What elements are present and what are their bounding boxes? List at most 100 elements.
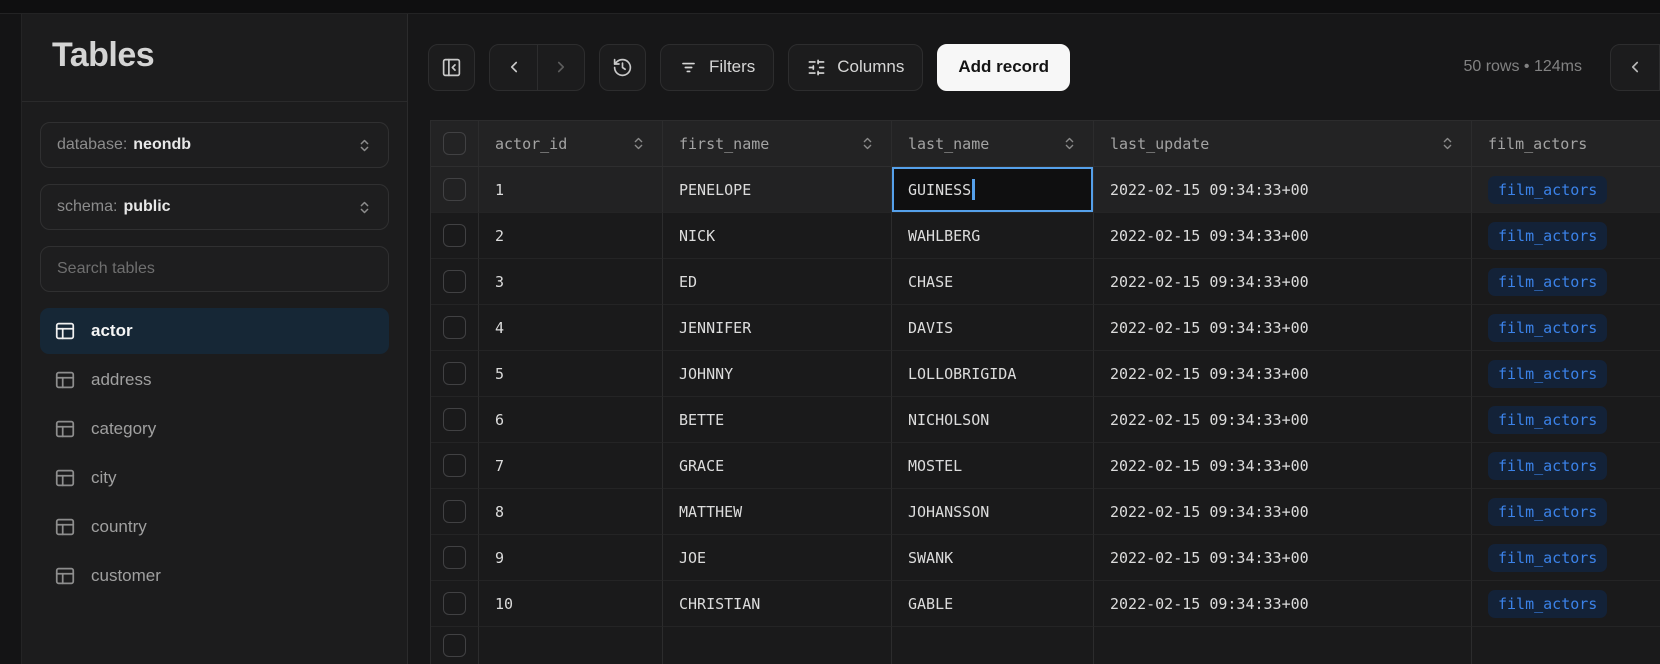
film-actors-link-badge[interactable]: film_actors bbox=[1488, 268, 1607, 296]
cell-actor_id[interactable]: 6 bbox=[479, 397, 663, 443]
column-header-last_name[interactable]: last_name bbox=[892, 121, 1094, 167]
cell-film_actors[interactable]: film_actors bbox=[1472, 213, 1660, 259]
film-actors-link-badge[interactable]: film_actors bbox=[1488, 222, 1607, 250]
cell-last_update[interactable]: 2022-02-15 09:34:33+00 bbox=[1094, 581, 1472, 627]
pager-prev-button[interactable] bbox=[1611, 45, 1659, 90]
sidebar-item-address[interactable]: address bbox=[40, 357, 389, 403]
cell-last_name[interactable]: WAHLBERG bbox=[892, 213, 1094, 259]
columns-button[interactable]: Columns bbox=[788, 44, 923, 91]
film-actors-link-badge[interactable]: film_actors bbox=[1488, 176, 1607, 204]
sidebar-item-country[interactable]: country bbox=[40, 504, 389, 550]
film-actors-link-badge[interactable]: film_actors bbox=[1488, 406, 1607, 434]
cell-last_update[interactable]: 2022-02-15 09:34:33+00 bbox=[1094, 167, 1472, 213]
row-checkbox[interactable] bbox=[443, 362, 466, 385]
row-checkbox[interactable] bbox=[443, 408, 466, 431]
film-actors-link-badge[interactable]: film_actors bbox=[1488, 360, 1607, 388]
cell-first_name[interactable]: CHRISTIAN bbox=[663, 581, 892, 627]
row-checkbox[interactable] bbox=[443, 546, 466, 569]
cell-last_update[interactable]: 2022-02-15 09:34:33+00 bbox=[1094, 397, 1472, 443]
cell-first_name[interactable]: ED bbox=[663, 259, 892, 305]
column-header-first_name[interactable]: first_name bbox=[663, 121, 892, 167]
film-actors-link-badge[interactable]: film_actors bbox=[1488, 498, 1607, 526]
cell-last_name[interactable]: GABLE bbox=[892, 581, 1094, 627]
sidebar-item-city[interactable]: city bbox=[40, 455, 389, 501]
cell-actor_id[interactable]: 1 bbox=[479, 167, 663, 213]
cell-first_name[interactable]: JOHNNY bbox=[663, 351, 892, 397]
row-checkbox[interactable] bbox=[443, 316, 466, 339]
select-all-checkbox[interactable] bbox=[443, 132, 466, 155]
row-checkbox[interactable] bbox=[443, 178, 466, 201]
cell-film_actors[interactable]: film_actors bbox=[1472, 397, 1660, 443]
cell-last_update[interactable]: 2022-02-15 09:34:33+00 bbox=[1094, 305, 1472, 351]
sort-icon[interactable] bbox=[1440, 136, 1455, 151]
film-actors-link-badge[interactable]: film_actors bbox=[1488, 544, 1607, 572]
previous-page-button[interactable] bbox=[490, 45, 537, 90]
cell-last_name[interactable]: MOSTEL bbox=[892, 443, 1094, 489]
sort-icon[interactable] bbox=[1062, 136, 1077, 151]
cell-actor_id[interactable]: 3 bbox=[479, 259, 663, 305]
sort-icon[interactable] bbox=[631, 136, 646, 151]
cell-actor_id[interactable]: 10 bbox=[479, 581, 663, 627]
film-actors-link-badge[interactable]: film_actors bbox=[1488, 590, 1607, 618]
film-actors-link-badge[interactable]: film_actors bbox=[1488, 452, 1607, 480]
cell-film_actors[interactable]: film_actors bbox=[1472, 167, 1660, 213]
search-tables-input[interactable] bbox=[57, 260, 372, 278]
cell-film_actors[interactable]: film_actors bbox=[1472, 535, 1660, 581]
cell-first_name[interactable]: BETTE bbox=[663, 397, 892, 443]
cell-last_update[interactable]: 2022-02-15 09:34:33+00 bbox=[1094, 489, 1472, 535]
cell-actor_id[interactable]: 4 bbox=[479, 305, 663, 351]
row-checkbox-cell bbox=[431, 443, 479, 489]
column-header-film_actors[interactable]: film_actors bbox=[1472, 121, 1660, 167]
sidebar-item-actor[interactable]: actor bbox=[40, 308, 389, 354]
sidebar-item-customer[interactable]: customer bbox=[40, 553, 389, 599]
add-record-button[interactable]: Add record bbox=[937, 44, 1070, 91]
cell-last_name[interactable]: NICHOLSON bbox=[892, 397, 1094, 443]
cell-film_actors[interactable]: film_actors bbox=[1472, 351, 1660, 397]
cell-last_update[interactable]: 2022-02-15 09:34:33+00 bbox=[1094, 535, 1472, 581]
cell-film_actors[interactable]: film_actors bbox=[1472, 443, 1660, 489]
cell-last_update[interactable]: 2022-02-15 09:34:33+00 bbox=[1094, 259, 1472, 305]
cell-value: JOHNNY bbox=[679, 365, 733, 383]
cell-actor_id[interactable]: 2 bbox=[479, 213, 663, 259]
cell-first_name[interactable]: JENNIFER bbox=[663, 305, 892, 351]
collapse-sidebar-button[interactable] bbox=[428, 44, 475, 91]
cell-first_name[interactable]: MATTHEW bbox=[663, 489, 892, 535]
cell-first_name[interactable]: JOE bbox=[663, 535, 892, 581]
cell-last_update[interactable]: 2022-02-15 09:34:33+00 bbox=[1094, 213, 1472, 259]
next-page-button[interactable] bbox=[537, 45, 584, 90]
cell-last_name[interactable]: JOHANSSON bbox=[892, 489, 1094, 535]
sort-icon[interactable] bbox=[860, 136, 875, 151]
cell-last_name-editing[interactable]: GUINESS bbox=[892, 167, 1094, 213]
cell-actor_id[interactable]: 8 bbox=[479, 489, 663, 535]
cell-last_name[interactable]: CHASE bbox=[892, 259, 1094, 305]
row-checkbox[interactable] bbox=[443, 500, 466, 523]
cell-last_name[interactable]: LOLLOBRIGIDA bbox=[892, 351, 1094, 397]
cell-actor_id[interactable]: 5 bbox=[479, 351, 663, 397]
cell-last_update[interactable]: 2022-02-15 09:34:33+00 bbox=[1094, 443, 1472, 489]
row-checkbox[interactable] bbox=[443, 592, 466, 615]
cell-first_name[interactable]: GRACE bbox=[663, 443, 892, 489]
schema-select[interactable]: schema: public bbox=[40, 184, 389, 230]
cell-film_actors[interactable]: film_actors bbox=[1472, 259, 1660, 305]
column-header-last_update[interactable]: last_update bbox=[1094, 121, 1472, 167]
cell-first_name[interactable]: PENELOPE bbox=[663, 167, 892, 213]
sidebar-item-category[interactable]: category bbox=[40, 406, 389, 452]
column-header-actor_id[interactable]: actor_id bbox=[479, 121, 663, 167]
cell-actor_id[interactable]: 7 bbox=[479, 443, 663, 489]
row-checkbox[interactable] bbox=[443, 454, 466, 477]
cell-last_name[interactable]: SWANK bbox=[892, 535, 1094, 581]
film-actors-link-badge[interactable]: film_actors bbox=[1488, 314, 1607, 342]
cell-film_actors[interactable]: film_actors bbox=[1472, 489, 1660, 535]
row-checkbox[interactable] bbox=[443, 634, 466, 657]
cell-film_actors[interactable]: film_actors bbox=[1472, 581, 1660, 627]
row-checkbox[interactable] bbox=[443, 270, 466, 293]
filters-button[interactable]: Filters bbox=[660, 44, 774, 91]
cell-first_name[interactable]: NICK bbox=[663, 213, 892, 259]
row-checkbox[interactable] bbox=[443, 224, 466, 247]
cell-last_update[interactable]: 2022-02-15 09:34:33+00 bbox=[1094, 351, 1472, 397]
cell-film_actors[interactable]: film_actors bbox=[1472, 305, 1660, 351]
cell-last_name[interactable]: DAVIS bbox=[892, 305, 1094, 351]
database-select[interactable]: database: neondb bbox=[40, 122, 389, 168]
cell-actor_id[interactable]: 9 bbox=[479, 535, 663, 581]
history-button[interactable] bbox=[599, 44, 646, 91]
